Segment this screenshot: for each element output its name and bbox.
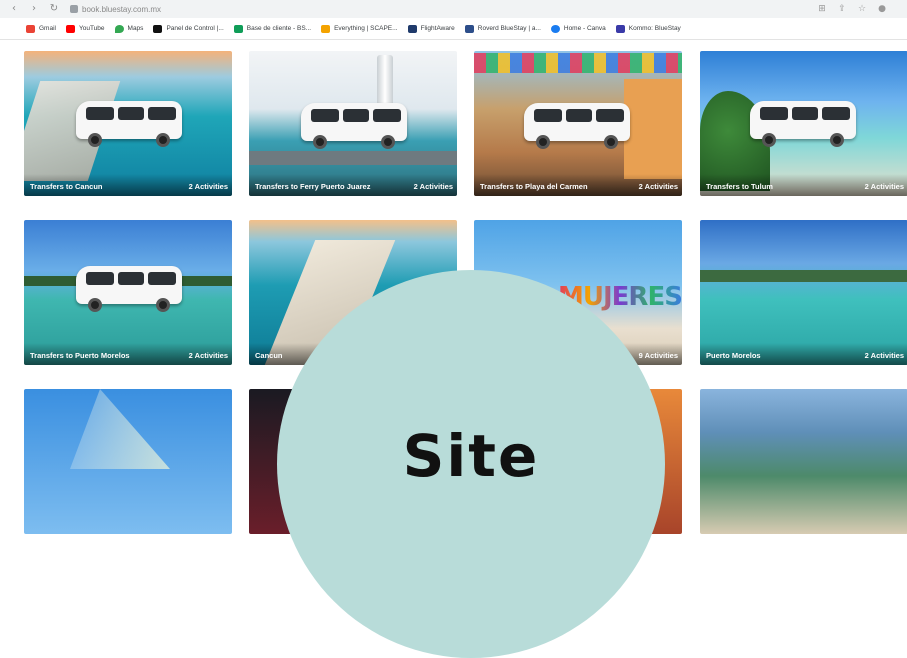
activity-count: 2 Activities (188, 351, 228, 360)
overlay-circle: Site (277, 270, 665, 658)
van-image (76, 95, 182, 147)
destination-card-puerto-morelos[interactable]: Puerto Morelos 2 Activities (700, 220, 907, 365)
gmail-icon (26, 24, 35, 33)
share-icon[interactable]: ⇪ (837, 4, 847, 14)
van-image (76, 260, 182, 312)
bookmark-maps[interactable]: Maps (114, 24, 143, 33)
card-title: Puerto Morelos (706, 351, 761, 360)
back-icon[interactable]: ‹ (8, 3, 20, 15)
browser-toolbar: ‹ › ↻ book.bluestay.com.mx ⊞ ⇪ ☆ ● (0, 0, 907, 18)
destination-card-cancun-transfers[interactable]: Transfers to Cancun 2 Activities (24, 51, 232, 196)
destination-card-sailing[interactable] (24, 389, 232, 534)
url-text: book.bluestay.com.mx (82, 4, 161, 14)
bookmark-flightaware[interactable]: FlightAware (407, 24, 455, 33)
forward-icon[interactable]: › (28, 3, 40, 15)
destination-card-tulum[interactable]: Transfers to Tulum 2 Activities (700, 51, 907, 196)
shoreline (700, 270, 907, 282)
bookmark-sheets[interactable]: Base de cliente - BS... (233, 24, 311, 33)
bookmark-youtube[interactable]: YouTube (65, 24, 105, 33)
site-info-icon[interactable] (70, 5, 78, 13)
maps-icon (114, 24, 124, 33)
overlay-heading: Site (402, 422, 540, 490)
roverd-icon (464, 24, 474, 33)
address-bar[interactable]: book.bluestay.com.mx (70, 2, 370, 16)
card-image (700, 389, 907, 534)
van-image (301, 97, 407, 149)
activity-count: 2 Activities (188, 182, 228, 191)
card-title: Transfers to Tulum (706, 182, 773, 191)
destination-card-lagoon-town[interactable] (700, 389, 907, 534)
canva-icon (550, 24, 560, 33)
bookmark-kommo[interactable]: Kommo: BlueStay (615, 24, 681, 33)
destination-card-ferry-puerto-juarez[interactable]: Transfers to Ferry Puerto Juarez 2 Activi… (249, 51, 457, 196)
activity-count: 2 Activities (864, 351, 904, 360)
kommo-icon (615, 24, 625, 33)
bookmark-star-icon[interactable]: ☆ (857, 4, 867, 14)
bookmark-scape[interactable]: Everything | SCAPE... (321, 24, 398, 33)
extension-icon[interactable]: ⊞ (817, 4, 827, 14)
activity-count: 2 Activities (638, 182, 678, 191)
card-title: Transfers to Puerto Morelos (30, 351, 130, 360)
card-title: Transfers to Playa del Carmen (480, 182, 588, 191)
sheets-icon (233, 24, 243, 33)
card-title: Transfers to Cancun (30, 182, 103, 191)
destination-card-playa-del-carmen[interactable]: Transfers to Playa del Carmen 2 Activitie… (474, 51, 682, 196)
pier (249, 151, 457, 165)
scape-icon (321, 24, 331, 33)
bookmark-roverd[interactable]: Roverd BlueStay | a... (464, 24, 541, 33)
bookmarks-bar: Gmail YouTube Maps Panel de Control |...… (0, 18, 907, 40)
reload-icon[interactable]: ↻ (48, 3, 60, 15)
destination-card-puerto-morelos-transfers[interactable]: Transfers to Puerto Morelos 2 Activities (24, 220, 232, 365)
card-title: Transfers to Ferry Puerto Juarez (255, 182, 371, 191)
youtube-icon (65, 24, 75, 33)
activity-count: 2 Activities (413, 182, 453, 191)
building (624, 79, 682, 179)
van-image (750, 95, 856, 147)
activity-count: 9 Activities (638, 351, 678, 360)
wix-icon (153, 24, 163, 33)
bookmark-wix[interactable]: Panel de Control |... (153, 24, 224, 33)
card-title: Cancun (255, 351, 283, 360)
papel-picado-banners (474, 53, 682, 73)
bookmark-gmail[interactable]: Gmail (26, 24, 56, 33)
flightaware-icon (407, 24, 417, 33)
profile-icon[interactable]: ● (877, 4, 887, 14)
activity-count: 2 Activities (864, 182, 904, 191)
bookmark-canva[interactable]: Home - Canva (550, 24, 606, 33)
van-image (524, 97, 630, 149)
